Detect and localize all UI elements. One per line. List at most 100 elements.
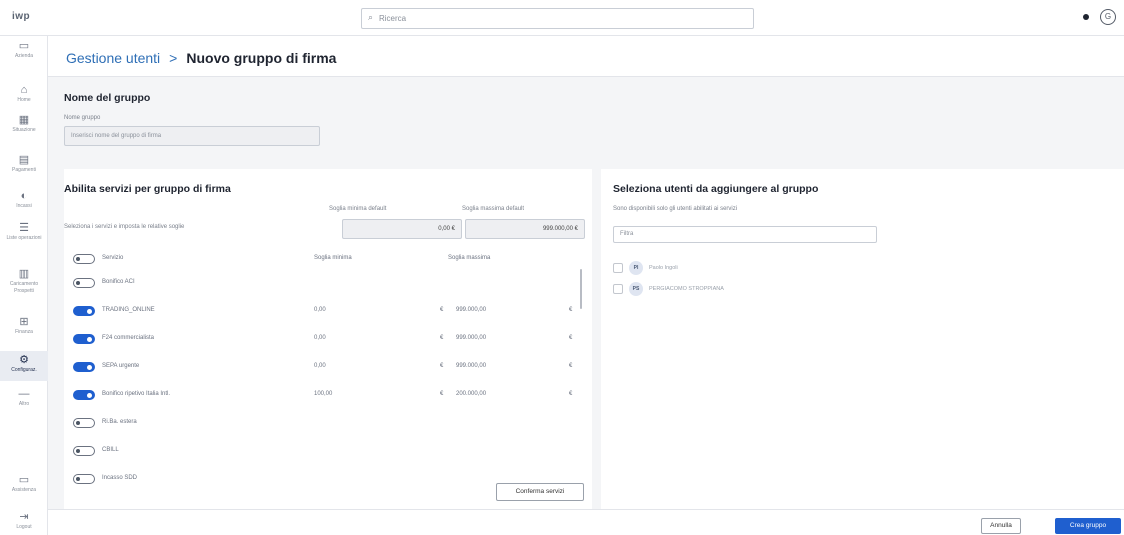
table-row: Bonifico ACI: [66, 269, 576, 297]
service-max[interactable]: 999.000,00: [456, 335, 486, 341]
home-icon: ⌂: [20, 84, 28, 96]
table-row: CBILL: [66, 437, 576, 465]
currency-symbol: €: [569, 307, 573, 313]
service-toggle[interactable]: [73, 446, 95, 456]
sidebar-item-logout[interactable]: ⇥ Logout: [0, 511, 48, 535]
filter-placeholder: Filtra: [620, 231, 634, 237]
currency-symbol: €: [569, 363, 573, 369]
currency-symbol: €: [440, 363, 444, 369]
service-name: Ri.Ba. estera: [102, 419, 137, 425]
table-row: F24 commercialista 0,00 € 999.000,00 €: [66, 325, 576, 353]
chat-icon: ▭: [18, 474, 30, 486]
service-toggle[interactable]: [73, 390, 95, 400]
users-hint: Sono disponibili solo gli utenti abilita…: [613, 206, 738, 212]
avatar[interactable]: G: [1100, 9, 1116, 25]
service-toggle[interactable]: [73, 362, 95, 372]
default-min-input[interactable]: 0,00 €: [342, 219, 462, 239]
group-name-placeholder: Inserisci nome del gruppo di firma: [71, 133, 162, 139]
finance-icon: ⊞: [19, 316, 29, 328]
services-hint: Seleziona i servizi e imposta le relativ…: [64, 224, 185, 230]
sidebar-item-situazione[interactable]: ▦ Situazione: [0, 114, 48, 142]
default-min-value: 0,00: [438, 226, 450, 232]
service-min[interactable]: 0,00: [314, 363, 326, 369]
sidebar-item-label: Azienda: [14, 53, 34, 59]
cancel-button[interactable]: Annulla: [981, 518, 1021, 534]
search-icon: ⌕: [368, 12, 374, 22]
services-panel: Abilita servizi per gruppo di firma Sele…: [64, 169, 592, 509]
users-title: Seleziona utenti da aggiungere al gruppo: [613, 183, 819, 195]
col-max: Soglia massima: [448, 255, 491, 261]
sidebar-item-label: Caricamento Prospetti: [9, 281, 39, 294]
service-min[interactable]: 0,00: [314, 335, 326, 341]
service-min[interactable]: 100,00: [314, 391, 332, 397]
search-input[interactable]: ⌕ Ricerca: [361, 8, 754, 29]
currency-symbol: €: [440, 391, 444, 397]
currency-symbol: €: [440, 307, 444, 313]
group-name-title: Nome del gruppo: [64, 92, 151, 104]
service-toggle[interactable]: [73, 278, 95, 288]
service-max[interactable]: 200.000,00: [456, 391, 486, 397]
sidebar: ▭ Azienda ⌂ Home ▦ Situazione ▤ Pagament…: [0, 36, 48, 535]
service-name: Bonifico ripetivo Italia Intl.: [102, 391, 171, 397]
service-toggle[interactable]: [73, 306, 95, 316]
sidebar-item-pagamenti[interactable]: ▤ Pagamenti: [0, 154, 48, 182]
incassi-icon: ◐: [20, 190, 28, 202]
default-max-input[interactable]: 999.000,00 €: [465, 219, 585, 239]
building-icon: ▭: [18, 40, 30, 52]
group-name-input[interactable]: Inserisci nome del gruppo di firma: [64, 126, 320, 146]
sidebar-item-assistenza[interactable]: ▭ Assistenza: [0, 474, 48, 502]
service-toggle[interactable]: [73, 334, 95, 344]
user-initials-badge: PI: [629, 261, 643, 275]
table-row: SEPA urgente 0,00 € 999.000,00 €: [66, 353, 576, 381]
calculator-icon: ▦: [18, 114, 30, 126]
upload-icon: ▥: [18, 268, 30, 280]
table-row: Bonifico ripetivo Italia Intl. 100,00 € …: [66, 381, 576, 409]
sidebar-item-label: Pagamenti: [12, 167, 36, 173]
sidebar-item-label: Assistenza: [11, 487, 37, 493]
sidebar-item-altro[interactable]: — Altro: [0, 388, 48, 414]
sidebar-item-label: Liste operazioni: [6, 235, 42, 241]
sidebar-item-home[interactable]: ⌂ Home: [0, 84, 48, 110]
confirm-services-button[interactable]: Conferma servizi: [496, 483, 584, 501]
sidebar-item-azienda[interactable]: ▭ Azienda: [0, 40, 48, 66]
service-max[interactable]: 999.000,00: [456, 363, 486, 369]
app-logo: iwp: [12, 11, 31, 22]
sidebar-item-configurazione[interactable]: ⚙ Configuraz.: [0, 351, 48, 381]
notification-icon[interactable]: [1083, 14, 1089, 20]
default-max-label: Soglia massima default: [462, 206, 525, 212]
logout-icon: ⇥: [19, 511, 29, 523]
user-initials-badge: PS: [629, 282, 643, 296]
table-row: TRADING_ONLINE 0,00 € 999.000,00 €: [66, 297, 576, 325]
sidebar-item-caricamento-prospetti[interactable]: ▥ Caricamento Prospetti: [0, 268, 48, 304]
breadcrumb-parent-link[interactable]: Gestione utenti: [66, 50, 160, 66]
sidebar-item-finanza[interactable]: ⊞ Finanza: [0, 316, 48, 344]
table-scrollbar[interactable]: [580, 269, 582, 309]
page-title: Nuovo gruppo di firma: [186, 50, 337, 66]
gear-icon: ⚙: [19, 354, 29, 366]
service-name: CBILL: [102, 447, 119, 453]
service-min[interactable]: 0,00: [314, 307, 326, 313]
user-checkbox[interactable]: [613, 263, 623, 273]
user-name: PERGIACOMO STROPPIANA: [649, 286, 724, 292]
service-max[interactable]: 999.000,00: [456, 307, 486, 313]
service-name: SEPA urgente: [102, 363, 140, 369]
currency-symbol: €: [440, 335, 444, 341]
breadcrumb-separator-icon: >: [169, 50, 178, 66]
user-name: Paolo Ingoli: [649, 265, 678, 271]
service-name: F24 commercialista: [102, 335, 155, 341]
currency-symbol: €: [569, 335, 573, 341]
sidebar-item-label: Situazione: [12, 127, 36, 133]
service-toggle[interactable]: [73, 474, 95, 484]
services-table: Bonifico ACI TRADING_ONLINE 0,00 € 999.0…: [66, 269, 586, 488]
filter-input[interactable]: Filtra: [613, 226, 877, 243]
create-group-button[interactable]: Crea gruppo: [1055, 518, 1121, 534]
sidebar-item-incassi[interactable]: ◐ Incassi: [0, 190, 48, 218]
select-all-toggle[interactable]: [73, 254, 95, 264]
service-toggle[interactable]: [73, 418, 95, 428]
sidebar-item-liste-operazioni[interactable]: ☰ Liste operazioni: [0, 222, 48, 258]
user-checkbox[interactable]: [613, 284, 623, 294]
sidebar-item-label: Logout: [16, 524, 32, 530]
group-name-label: Nome gruppo: [64, 115, 101, 121]
payments-icon: ▤: [18, 154, 30, 166]
services-title: Abilita servizi per gruppo di firma: [64, 183, 231, 195]
